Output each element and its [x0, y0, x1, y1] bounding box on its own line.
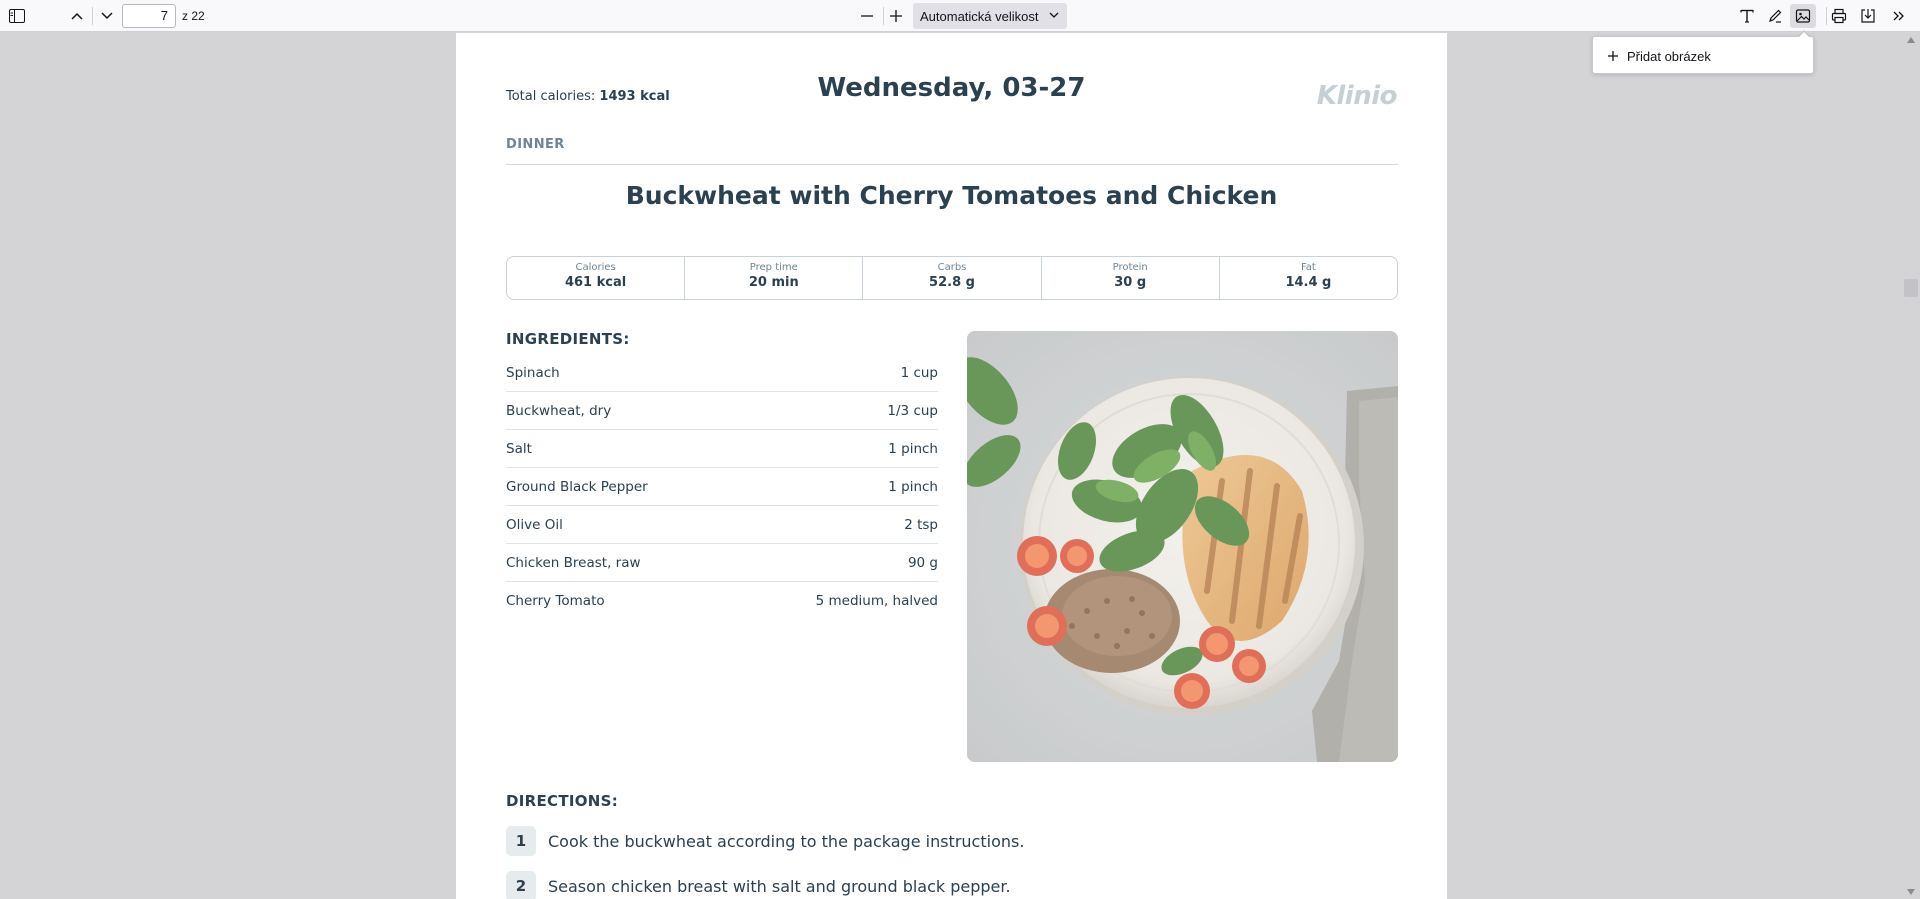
toolbar-divider: [92, 7, 93, 25]
chevron-up-icon[interactable]: [64, 4, 90, 28]
recipe-photo: [967, 331, 1398, 762]
ingredient-name: Chicken Breast, raw: [506, 554, 641, 571]
image-icon[interactable]: [1790, 4, 1816, 28]
pdf-page: Total calories: 1493 kcal Wednesday, 03-…: [456, 33, 1447, 899]
zoom-out-icon[interactable]: [854, 4, 880, 28]
ingredient-amount: 1 cup: [900, 364, 938, 381]
draw-icon[interactable]: [1762, 4, 1788, 28]
ingredients-list: Spinach 1 cup Buckwheat, dry 1/3 cup Salt 1…: [506, 354, 938, 620]
ingredient-row: Chicken Breast, raw 90 g: [506, 544, 938, 582]
step-text: Cook the buckwheat according to the pack…: [548, 831, 1025, 851]
nutrition-stats: Calories 461 kcal Prep time 20 min Carbs…: [506, 256, 1398, 300]
scroll-down-icon[interactable]: [1906, 888, 1916, 896]
stat-prep-time: Prep time 20 min: [685, 257, 864, 299]
ingredient-row: Ground Black Pepper 1 pinch: [506, 468, 938, 506]
text-icon[interactable]: [1734, 4, 1760, 28]
print-icon[interactable]: [1826, 4, 1852, 28]
download-icon[interactable]: [1855, 4, 1881, 28]
direction-step: 1 Cook the buckwheat according to the pa…: [506, 826, 1024, 856]
ingredients-heading: INGREDIENTS:: [506, 330, 630, 348]
zoom-in-icon[interactable]: [883, 4, 909, 28]
recipe-title: Buckwheat with Cherry Tomatoes and Chick…: [625, 181, 1278, 210]
scroll-up-icon[interactable]: [1906, 36, 1916, 44]
stat-protein: Protein 30 g: [1042, 257, 1220, 299]
stat-label: Fat: [1300, 262, 1316, 273]
stat-value: 461 kcal: [564, 275, 627, 290]
meal-type: DINNER: [506, 137, 565, 152]
stat-value: 20 min: [748, 275, 799, 290]
chevron-down-icon: [1049, 12, 1059, 18]
page-count: z 22: [182, 9, 205, 23]
stat-value: 14.4 g: [1285, 275, 1332, 290]
zoom-select-value: Automatická velikost: [920, 9, 1039, 24]
ingredient-amount: 2 tsp: [904, 516, 938, 533]
ingredient-amount: 1 pinch: [888, 478, 938, 495]
stat-label: Protein: [1112, 262, 1148, 273]
ingredient-row: Buckwheat, dry 1/3 cup: [506, 392, 938, 430]
ingredient-name: Salt: [506, 440, 532, 457]
sidebar-icon[interactable]: [4, 4, 30, 28]
ingredient-amount: 1 pinch: [888, 440, 938, 457]
step-number: 1: [506, 826, 536, 856]
stat-fat: Fat 14.4 g: [1220, 257, 1397, 299]
popup-arrow-fill: [1798, 32, 1810, 38]
ingredient-amount: 90 g: [907, 554, 938, 571]
zoom-select[interactable]: Automatická velikost: [913, 3, 1067, 29]
chevron-down-icon[interactable]: [94, 4, 120, 28]
plus-icon: [1608, 51, 1618, 61]
direction-step: 2 Season chicken breast with salt and gr…: [506, 871, 1011, 899]
add-image-label: Přidat obrázek: [1627, 48, 1711, 64]
page-number-input[interactable]: 7: [122, 4, 176, 28]
ingredient-name: Olive Oil: [506, 516, 563, 533]
add-image-button[interactable]: Přidat obrázek: [1607, 46, 1711, 66]
more-tools-icon[interactable]: [1886, 4, 1912, 28]
ingredient-name: Cherry Tomato: [506, 593, 605, 609]
add-image-popup: Přidat obrázek: [1592, 36, 1814, 74]
brand-logo: Klinio: [1316, 81, 1398, 111]
stat-label: Carbs: [937, 262, 967, 273]
ingredient-amount: 1/3 cup: [887, 402, 938, 419]
scroll-thumb[interactable]: [1904, 279, 1918, 297]
day-title: Wednesday, 03-27: [817, 73, 1086, 103]
pdf-toolbar: 7 z 22 Automatická velikost: [0, 0, 1920, 32]
ingredient-name: Spinach: [506, 364, 560, 381]
stat-label: Calories: [575, 262, 616, 273]
divider: [506, 164, 1398, 165]
directions-heading: DIRECTIONS:: [506, 792, 619, 810]
ingredient-name: Buckwheat, dry: [506, 402, 612, 419]
stat-carbs: Carbs 52.8 g: [863, 257, 1042, 299]
ingredient-row: Salt 1 pinch: [506, 430, 938, 468]
ingredient-amount: 5 medium, halved: [815, 593, 938, 609]
ingredient-name: Ground Black Pepper: [506, 478, 648, 495]
ingredient-row: Olive Oil 2 tsp: [506, 506, 938, 544]
stat-value: 52.8 g: [929, 275, 975, 290]
step-number: 2: [506, 871, 536, 899]
ingredient-row: Cherry Tomato 5 medium, halved: [506, 582, 938, 620]
step-text: Season chicken breast with salt and grou…: [548, 876, 1011, 896]
stat-calories: Calories 461 kcal: [507, 257, 686, 299]
scrollbar[interactable]: [1902, 32, 1920, 899]
ingredient-row: Spinach 1 cup: [506, 354, 938, 392]
stat-label: Prep time: [749, 262, 798, 273]
stat-value: 30 g: [1114, 275, 1147, 290]
